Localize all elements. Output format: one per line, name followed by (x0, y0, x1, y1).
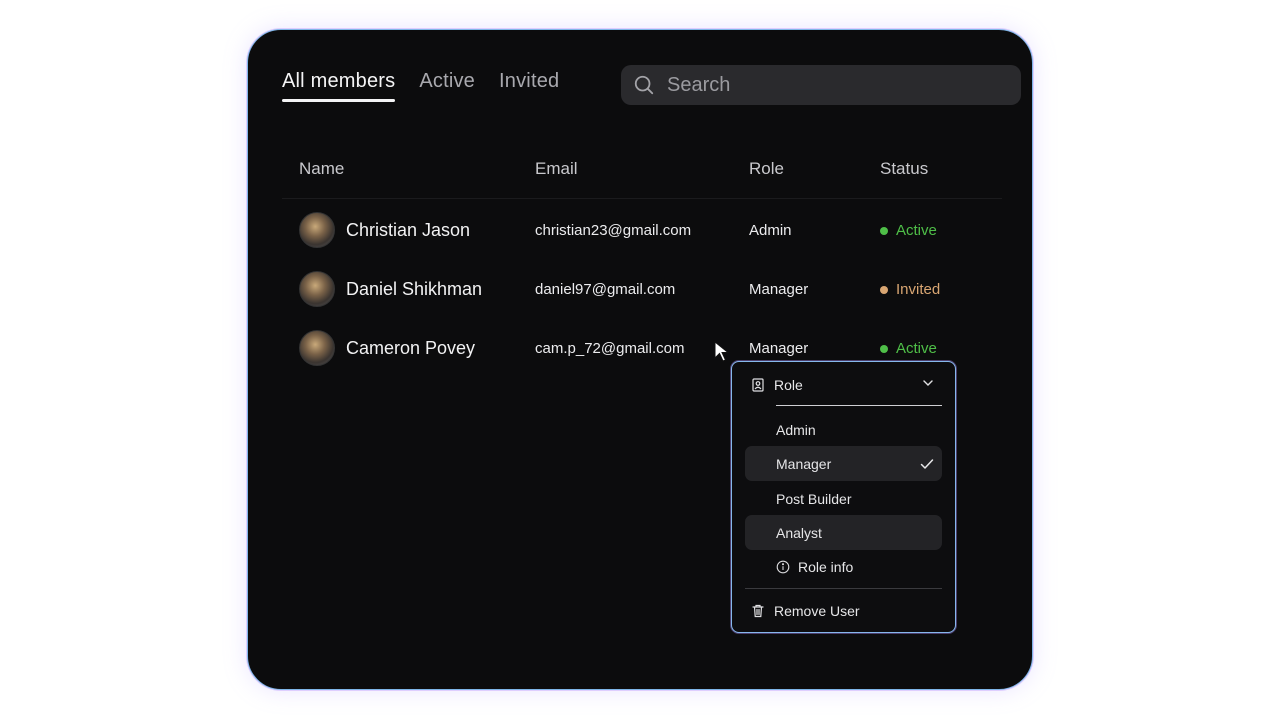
chevron-down-icon[interactable] (922, 378, 934, 388)
tab-invited[interactable]: Invited (499, 70, 559, 102)
role-badge-icon (752, 378, 764, 392)
member-email: christian23@gmail.com (535, 222, 692, 239)
remove-user-label: Remove User (774, 603, 860, 619)
selected-option-highlight (745, 446, 942, 481)
role-option-manager[interactable]: Manager (776, 456, 831, 472)
hovered-option-highlight (745, 515, 942, 550)
tab-all-members[interactable]: All members (282, 70, 396, 102)
member-email: daniel97@gmail.com (535, 281, 676, 298)
role-dropdown-header[interactable]: Role (752, 376, 938, 394)
status-badge: Active (880, 222, 937, 239)
search-input[interactable] (667, 73, 997, 97)
avatar (299, 212, 335, 248)
member-role[interactable]: Manager (749, 340, 808, 357)
table-row[interactable]: Daniel Shikhman daniel97@gmail.com Manag… (299, 269, 999, 309)
menu-divider (745, 588, 942, 589)
role-info-label: Role info (798, 559, 854, 575)
status-dot-icon (880, 285, 888, 294)
member-email: cam.p_72@gmail.com (535, 340, 685, 357)
role-option-post-builder[interactable]: Post Builder (776, 491, 851, 507)
role-info-link[interactable]: Role info (776, 559, 853, 575)
tab-bar: All members Active Invited (282, 70, 559, 102)
column-header-status: Status (880, 159, 929, 178)
search-icon (634, 75, 654, 95)
avatar (299, 330, 335, 366)
column-header-email: Email (535, 159, 578, 178)
status-badge: Invited (880, 281, 940, 298)
mouse-cursor-icon (714, 341, 730, 362)
info-icon (776, 560, 790, 574)
member-role[interactable]: Manager (749, 281, 808, 298)
header-divider (282, 198, 1002, 199)
status-badge: Active (880, 340, 937, 357)
status-dot-icon (880, 226, 888, 235)
status-label: Active (896, 340, 937, 357)
column-header-name: Name (299, 159, 345, 178)
role-dropdown-menu: Role Admin Manager Post Builder Analyst … (731, 361, 956, 633)
search-bar[interactable] (621, 65, 1021, 105)
table-row[interactable]: Christian Jason christian23@gmail.com Ad… (299, 210, 999, 250)
member-name: Daniel Shikhman (346, 279, 483, 299)
role-dropdown-label: Role (774, 377, 803, 393)
header-underline (776, 405, 942, 406)
checkmark-icon (920, 459, 934, 469)
member-role[interactable]: Admin (749, 222, 792, 239)
remove-user-button[interactable]: Remove User (752, 603, 860, 619)
column-header-role: Role (749, 159, 784, 178)
member-name: Christian Jason (346, 220, 471, 240)
role-option-admin[interactable]: Admin (776, 422, 816, 438)
status-label: Active (896, 222, 937, 239)
trash-icon (752, 604, 764, 618)
role-option-analyst[interactable]: Analyst (776, 525, 822, 541)
status-dot-icon (880, 344, 888, 353)
tab-active[interactable]: Active (419, 70, 475, 102)
status-label: Invited (896, 281, 941, 298)
member-name: Cameron Povey (346, 338, 476, 358)
avatar (299, 271, 335, 307)
